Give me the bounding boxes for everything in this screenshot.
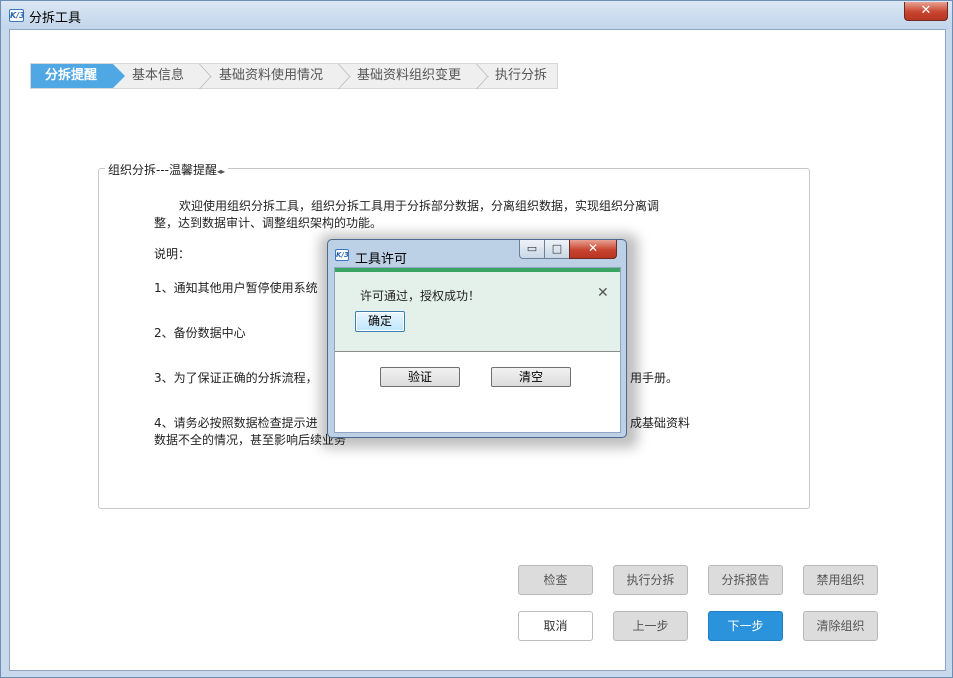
prev-step-button[interactable]: 上一步	[613, 611, 688, 641]
dialog-minimize-button[interactable]: ▭	[519, 240, 545, 259]
window-title: 分拆工具	[29, 11, 82, 26]
window-close-button[interactable]: ✕	[904, 2, 948, 21]
cancel-button[interactable]: 取消	[518, 611, 593, 641]
title-bar[interactable]: K/3 分拆工具 ✕	[1, 1, 952, 29]
dialog-body: 许可通过，授权成功！ ✕ 确定 验证 清空	[334, 267, 621, 433]
check-button[interactable]: 检查	[518, 565, 593, 595]
dialog-maximize-button[interactable]: □	[544, 240, 570, 259]
disable-org-button[interactable]: 禁用组织	[803, 565, 878, 595]
next-step-button[interactable]: 下一步	[708, 611, 783, 641]
note-item-2: 2、备份数据中心	[154, 326, 246, 340]
note-item-4-line-2: 数据不全的情况，甚至影响后续业务	[154, 433, 347, 447]
execute-split-button[interactable]: 执行分拆	[613, 565, 688, 595]
clear-button[interactable]: 清空	[491, 367, 571, 387]
wizard-steps: 分拆提醒 基本信息 基础资料使用情况 基础资料组织变更 执行分拆	[30, 63, 558, 89]
license-dialog: K/3 工具许可 ▭ □ ✕ 许可通过，授权成功！ ✕ 确定 验证 清空	[327, 239, 627, 438]
dialog-close-button[interactable]: ✕	[569, 240, 617, 259]
step-base-data-usage: 基础资料使用情况	[219, 68, 324, 83]
dialog-title: 工具许可	[355, 252, 408, 267]
legend-arrow-icon: ◂▸	[217, 167, 226, 176]
intro-line-1: 欢迎使用组织分拆工具，组织分拆工具用于分拆部分数据，分离组织数据，实现组织分离调	[179, 199, 660, 213]
group-title-text: 组织分拆---温馨提醒	[108, 163, 217, 177]
verify-button[interactable]: 验证	[380, 367, 460, 387]
note-item-4-start: 4、请务必按照数据检查提示进	[154, 416, 318, 430]
step-basic-info: 基本信息	[132, 68, 185, 83]
notice-close-icon[interactable]: ✕	[597, 286, 609, 300]
step-split-reminder: 分拆提醒	[31, 64, 125, 88]
notice-message: 许可通过，授权成功！	[360, 289, 481, 303]
note-title: 说明：	[154, 247, 191, 261]
group-title: 组织分拆---温馨提醒◂▸	[105, 161, 229, 178]
note-item-4-end: 成基础资料	[630, 416, 691, 430]
dialog-title-bar[interactable]: K/3 工具许可 ▭ □ ✕	[328, 240, 626, 267]
dialog-logo-icon: K/3	[335, 249, 349, 261]
split-report-button[interactable]: 分拆报告	[708, 565, 783, 595]
step-execute-split: 执行分拆	[495, 68, 548, 83]
clear-org-button[interactable]: 清除组织	[803, 611, 878, 641]
step-separator	[338, 64, 350, 88]
notice-ok-button[interactable]: 确定	[355, 311, 405, 332]
intro-line-2: 整，达到数据审计、调整组织架构的功能。	[154, 216, 383, 230]
step-base-data-org-change: 基础资料组织变更	[357, 68, 462, 83]
success-notice: 许可通过，授权成功！ ✕ 确定	[335, 268, 620, 352]
app-logo-icon: K/3	[9, 9, 25, 22]
note-item-3-start: 3、为了保证正确的分拆流程，	[154, 371, 318, 385]
step-separator	[199, 64, 211, 88]
note-item-1: 1、通知其他用户暂停使用系统	[154, 281, 318, 295]
step-separator	[476, 64, 488, 88]
